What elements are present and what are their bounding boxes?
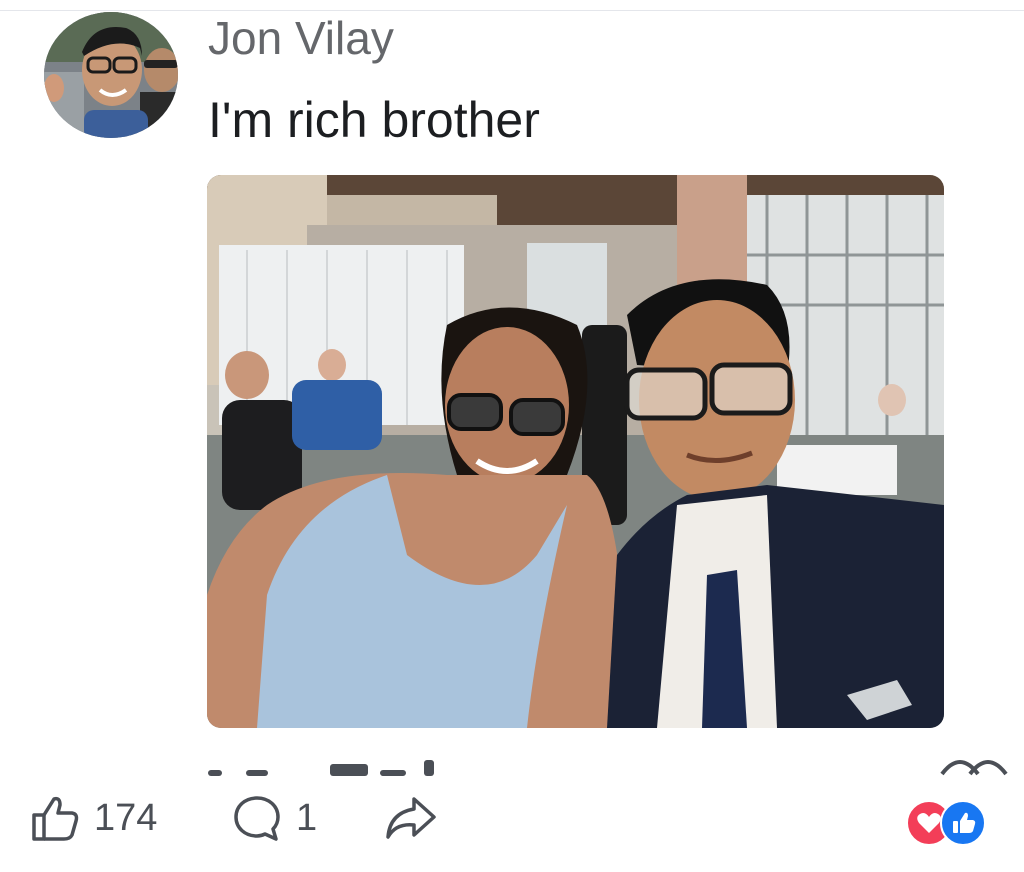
share-button[interactable]	[384, 792, 438, 844]
action-bar: 174 1	[0, 780, 1024, 860]
comment-button[interactable]: 1	[232, 792, 317, 844]
cut-off-row	[200, 756, 1024, 776]
thumbs-up-icon	[32, 796, 79, 841]
post-photo[interactable]	[207, 175, 944, 728]
share-arrow-icon	[386, 797, 436, 839]
reaction-summary[interactable]	[906, 800, 996, 846]
photo-image	[207, 175, 944, 728]
post-card: Jon Vilay I'm rich brother 174 1	[0, 0, 1024, 872]
author-avatar[interactable]	[44, 12, 178, 138]
comment-bubble-icon	[234, 796, 280, 841]
divider	[0, 10, 1024, 11]
post-text: I'm rich brother	[208, 92, 540, 148]
comment-count: 1	[296, 796, 318, 839]
author-name[interactable]: Jon Vilay	[208, 12, 394, 64]
like-reaction-icon	[940, 800, 986, 846]
cut-off-shapes	[208, 760, 1008, 776]
like-count: 174	[94, 796, 158, 839]
avatar-image	[44, 12, 178, 138]
like-button[interactable]: 174	[30, 792, 157, 844]
